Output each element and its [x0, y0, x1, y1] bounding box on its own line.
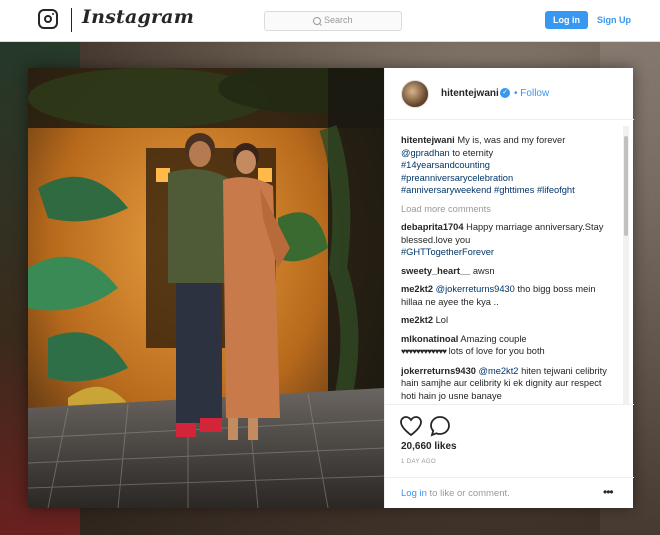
comment-item: mlkonatinoal Amazing couple ♥♥♥♥♥♥♥♥♥♥♥♥… — [401, 333, 619, 359]
hashtag[interactable]: #lifeofght — [537, 185, 575, 195]
more-options-icon[interactable]: ••• — [603, 485, 614, 499]
comments-scrollbar[interactable] — [623, 126, 629, 404]
top-navbar: Instagram Search Log in Sign Up — [0, 0, 660, 42]
caption: hitentejwani My is, was and my forever @… — [401, 134, 619, 197]
comment-item: me2kt2 Lol — [401, 314, 619, 327]
hashtag[interactable]: #ghttimes — [494, 185, 534, 195]
caption-author[interactable]: hitentejwani — [401, 135, 455, 145]
comment-text: awsn — [472, 265, 495, 276]
hashtag[interactable]: #14yearsandcounting — [401, 160, 490, 170]
post-time: 1 DAY AGO — [401, 459, 437, 465]
caption-text-2: to eternity — [452, 147, 494, 158]
post-modal: hitentejwani ✓ • Follow hitentejwani My … — [28, 68, 634, 508]
comment-user[interactable]: sweety_heart__ — [401, 266, 470, 276]
post-username[interactable]: hitentejwani — [441, 88, 499, 99]
couple-photo-illustration — [28, 68, 384, 508]
hashtag[interactable]: #GHTTogetherForever — [401, 247, 494, 257]
comment-user[interactable]: debaprita1704 — [401, 222, 464, 232]
logo-divider — [71, 8, 72, 32]
comment-text-2: lots of love for you both — [448, 346, 545, 356]
follow-button[interactable]: • Follow — [514, 88, 549, 99]
follow-separator: • — [514, 88, 518, 99]
divider — [385, 477, 634, 478]
heart-icon[interactable] — [399, 415, 423, 437]
signup-link[interactable]: Sign Up — [597, 15, 631, 25]
avatar[interactable] — [401, 80, 429, 108]
post-sidebar: hitentejwani ✓ • Follow hitentejwani My … — [384, 68, 634, 508]
scrollbar-thumb[interactable] — [624, 136, 628, 236]
hashtag[interactable]: #anniversaryweekend — [401, 185, 491, 195]
login-link[interactable]: Log in — [401, 488, 427, 499]
comment-mention[interactable]: @me2kt2 — [479, 366, 519, 376]
login-button[interactable]: Log in — [545, 11, 588, 29]
instagram-logo-icon[interactable] — [38, 9, 58, 29]
comment-item: me2kt2 @jokerreturns9430 tho bigg boss m… — [401, 283, 619, 308]
caption-text: My is, was and my forever — [457, 135, 566, 145]
follow-label: Follow — [520, 88, 550, 99]
comment-mention[interactable]: @jokerreturns9430 — [436, 284, 515, 294]
comment-text: Amazing couple — [460, 333, 527, 344]
hearts-icon: ♥♥♥♥♥♥♥♥♥♥♥♥ — [401, 347, 447, 356]
verified-badge-icon: ✓ — [500, 88, 510, 98]
comment-user[interactable]: me2kt2 — [401, 315, 433, 325]
post-photo[interactable] — [28, 68, 384, 508]
login-prompt: Log in to like or comment. — [401, 488, 510, 499]
comment-user[interactable]: jokerreturns9430 — [401, 366, 476, 376]
comment-item: sweety_heart__ awsn — [401, 265, 619, 278]
comment-item: debaprita1704 Happy marriage anniversary… — [401, 221, 619, 259]
search-icon — [313, 17, 321, 25]
likes-count[interactable]: 20,660 likes — [401, 441, 457, 452]
post-actions: 20,660 likes 1 DAY AGO Log in to like or… — [385, 404, 634, 508]
comment-text: Lol — [435, 315, 449, 325]
comment-item: jokerreturns9430 @me2kt2 hiten tejwani c… — [401, 365, 619, 403]
login-prompt-text: to like or comment. — [429, 488, 510, 499]
comment-user[interactable]: mlkonatinoal — [401, 334, 458, 344]
comment-user[interactable]: me2kt2 — [401, 284, 433, 294]
caption-mention[interactable]: @gpradhan — [401, 148, 450, 158]
search-placeholder: Search — [324, 15, 353, 25]
post-header: hitentejwani ✓ • Follow — [385, 68, 634, 120]
instagram-wordmark[interactable]: Instagram — [82, 6, 194, 28]
load-more-comments-link[interactable]: Load more comments — [401, 203, 619, 216]
hashtag[interactable]: #preanniversarycelebration — [401, 173, 513, 183]
search-input[interactable]: Search — [264, 11, 402, 31]
comment-icon[interactable] — [429, 415, 451, 437]
comments-list[interactable]: hitentejwani My is, was and my forever @… — [401, 134, 619, 402]
